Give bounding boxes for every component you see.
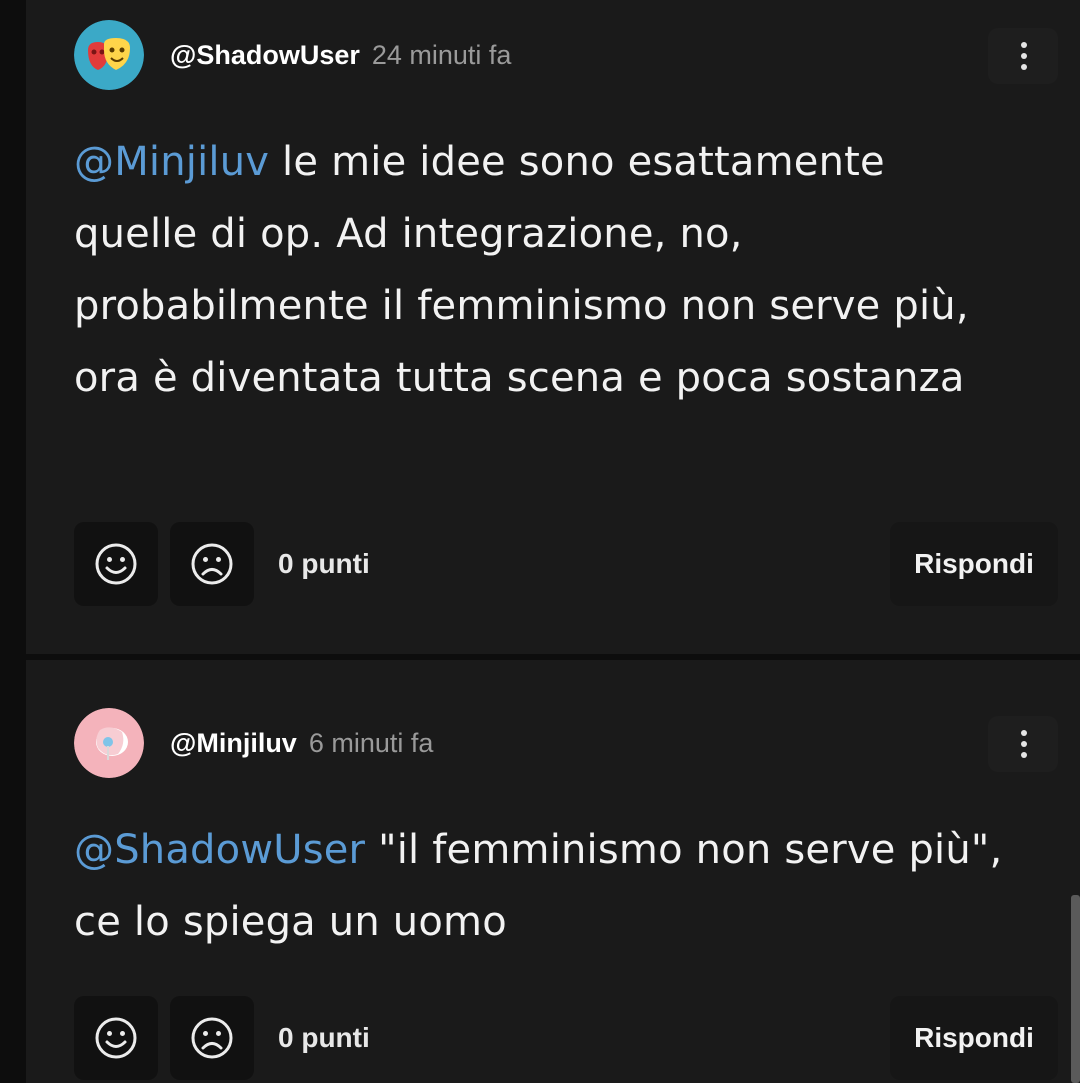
downvote-button[interactable]: [170, 522, 254, 606]
comment-author: @ShadowUser 24 minuti fa: [170, 40, 511, 70]
frown-icon: [191, 1017, 233, 1059]
reply-button[interactable]: Rispondi: [890, 996, 1058, 1080]
timestamp: 24 minuti fa: [371, 40, 512, 70]
timestamp: 6 minuti fa: [308, 728, 434, 758]
avatar[interactable]: [74, 708, 144, 778]
frown-icon: [191, 543, 233, 585]
scrollbar[interactable]: [1071, 895, 1080, 1083]
mention-link[interactable]: @ShadowUser: [74, 827, 365, 873]
lollipop-icon: [74, 708, 144, 778]
comment-body: @Minjiluv le mie idee sono esattamente q…: [74, 126, 1014, 414]
smile-icon: [95, 543, 137, 585]
downvote-button[interactable]: [170, 996, 254, 1080]
comments-screen: @ShadowUser 24 minuti fa @Minjiluv le mie…: [0, 0, 1080, 1083]
points-count: 0 punti: [278, 1022, 370, 1053]
comment-header: @Minjiluv 6 minuti fa: [74, 708, 1058, 778]
comment-card: @ShadowUser 24 minuti fa @Minjiluv le mie…: [26, 0, 1080, 654]
avatar[interactable]: [74, 20, 144, 90]
upvote-button[interactable]: [74, 996, 158, 1080]
comment-actions: 0 punti Rispondi: [74, 996, 1058, 1080]
more-options-button[interactable]: [988, 716, 1058, 772]
upvote-button[interactable]: [74, 522, 158, 606]
username[interactable]: @Minjiluv: [170, 728, 297, 758]
comment-author: @Minjiluv 6 minuti fa: [170, 728, 433, 758]
points-count: 0 punti: [278, 548, 370, 579]
more-options-button[interactable]: [988, 28, 1058, 84]
smile-icon: [95, 1017, 137, 1059]
mention-link[interactable]: @Minjiluv: [74, 139, 269, 185]
comment-actions: 0 punti Rispondi: [74, 522, 1058, 606]
theatre-masks-icon: [74, 20, 144, 90]
comment-card: @Minjiluv 6 minuti fa @ShadowUser "il fem…: [26, 660, 1080, 1083]
username[interactable]: @ShadowUser: [170, 40, 360, 70]
comment-body: @ShadowUser "il femminismo non serve più…: [74, 814, 1014, 958]
reply-button[interactable]: Rispondi: [890, 522, 1058, 606]
comment-header: @ShadowUser 24 minuti fa: [74, 20, 1058, 90]
